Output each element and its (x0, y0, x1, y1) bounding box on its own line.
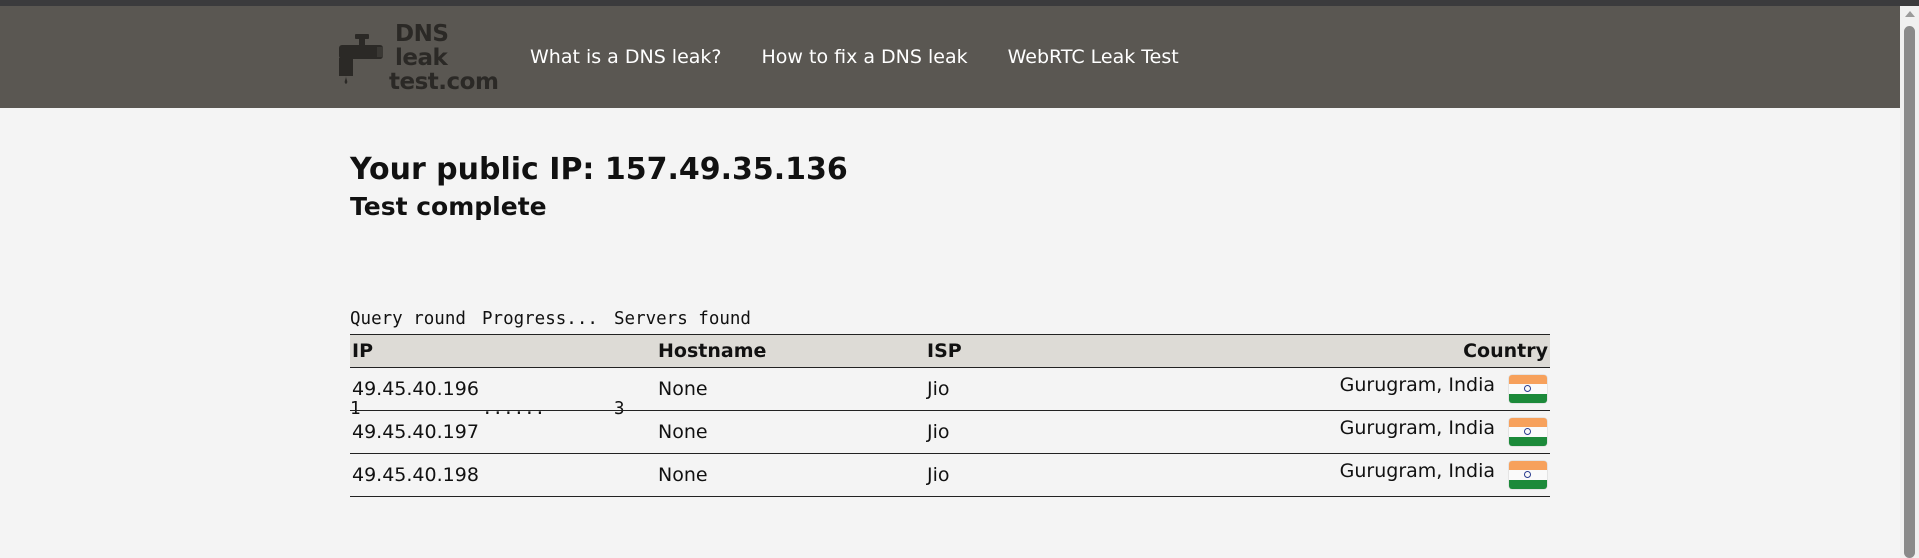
servers-found-header: Servers found (614, 309, 751, 329)
logo-line-1: DNS leak (395, 21, 449, 71)
logo-wordmark: DNS leak test.com (389, 22, 503, 94)
country-label: Gurugram, India (1339, 460, 1495, 482)
india-flag-icon (1509, 418, 1547, 446)
table-row: 49.45.40.197 None Jio Gurugram, India (350, 410, 1550, 454)
ip-cell: 49.45.40.196 (350, 367, 656, 411)
hostname-column-header: Hostname (656, 334, 925, 368)
isp-cell: Jio (925, 453, 1229, 497)
site-header: DNS leak test.com What is a DNS leak? Ho… (0, 6, 1900, 108)
vertical-scrollbar[interactable] (1900, 6, 1919, 558)
country-cell: Gurugram, India (1229, 410, 1550, 454)
results-header-row: IP Hostname ISP Country (350, 334, 1550, 368)
main-nav: What is a DNS leak? How to fix a DNS lea… (530, 46, 1179, 68)
progress-header: Progress... (482, 309, 598, 329)
country-label: Gurugram, India (1339, 417, 1495, 439)
hostname-cell: None (656, 453, 925, 497)
hostname-cell: None (656, 367, 925, 411)
nav-link-webrtc-test[interactable]: WebRTC Leak Test (1008, 46, 1179, 68)
public-ip-heading: Your public IP: 157.49.35.136 (350, 152, 848, 187)
table-row: 49.45.40.198 None Jio Gurugram, India (350, 453, 1550, 497)
nav-link-how-to-fix[interactable]: How to fix a DNS leak (762, 46, 968, 68)
logo-line-2: test.com (389, 69, 499, 95)
scrollbar-thumb[interactable] (1904, 26, 1915, 558)
country-cell: Gurugram, India (1229, 453, 1550, 497)
ip-column-header: IP (350, 334, 656, 368)
table-row: 49.45.40.196 None Jio Gurugram, India (350, 367, 1550, 411)
india-flag-icon (1509, 375, 1547, 403)
dns-results-table: IP Hostname ISP Country 49.45.40.196 Non… (350, 334, 1550, 497)
hostname-cell: None (656, 410, 925, 454)
isp-cell: Jio (925, 367, 1229, 411)
site-logo[interactable]: DNS leak test.com (337, 22, 503, 94)
scroll-up-arrow-icon[interactable] (1905, 11, 1915, 17)
ip-cell: 49.45.40.198 (350, 453, 656, 497)
faucet-icon (337, 32, 385, 84)
test-status: Test complete (350, 192, 547, 221)
isp-cell: Jio (925, 410, 1229, 454)
ip-cell: 49.45.40.197 (350, 410, 656, 454)
query-round-header: Query round (350, 309, 466, 329)
country-cell: Gurugram, India (1229, 367, 1550, 411)
isp-column-header: ISP (925, 334, 1229, 368)
india-flag-icon (1509, 461, 1547, 489)
country-column-header: Country (1229, 334, 1550, 368)
query-header-row: Query round Progress... Servers found (350, 304, 1550, 334)
country-label: Gurugram, India (1339, 374, 1495, 396)
nav-link-what-is-dns-leak[interactable]: What is a DNS leak? (530, 46, 722, 68)
